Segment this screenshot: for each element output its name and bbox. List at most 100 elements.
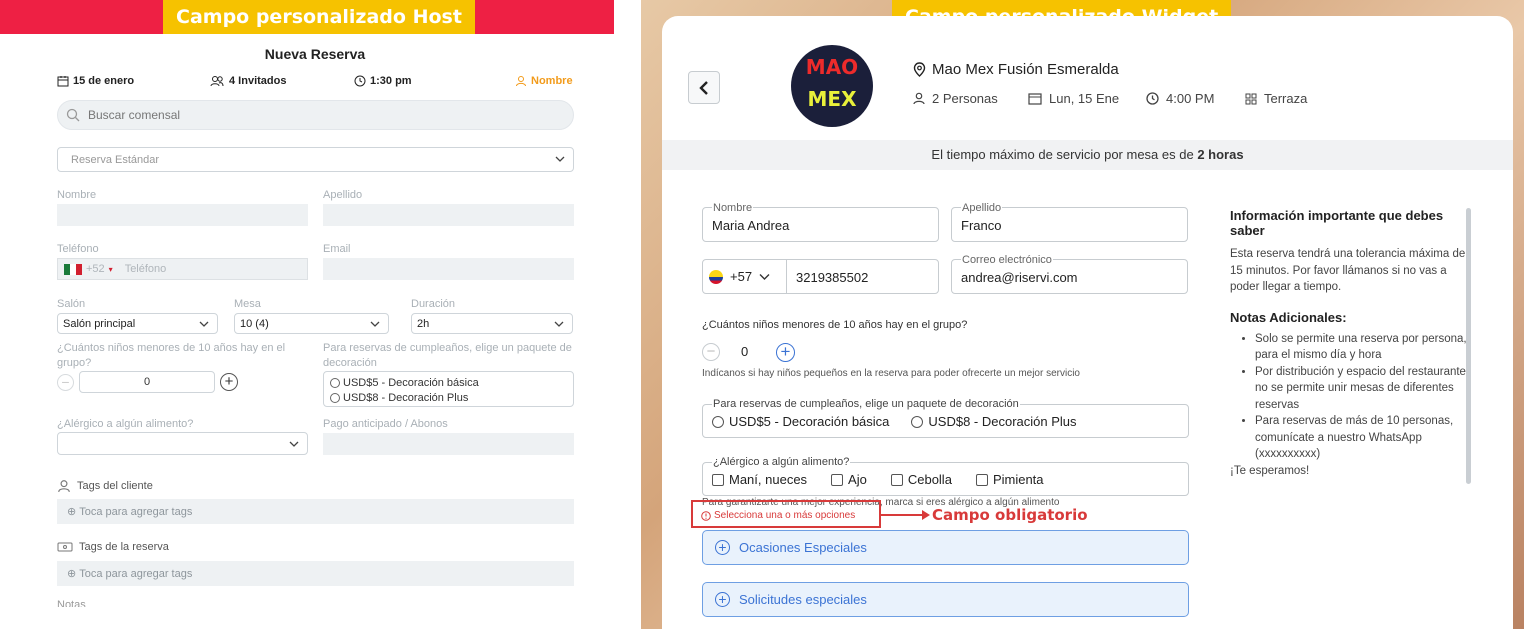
phone-placeholder: Teléfono [124,263,167,275]
ninos-count-input[interactable]: 0 [79,371,215,393]
notice-bold: 2 horas [1197,147,1244,162]
apellido-input-label: Apellido [961,202,1003,214]
deco-option-basic[interactable]: USD$5 - Decoración básica [712,414,889,429]
ninos-decrement-button[interactable]: − [702,343,720,361]
alergico-select[interactable] [57,432,308,455]
salon-label: Salón [57,298,86,310]
notes-title: Notas Adicionales: [1230,309,1347,325]
tags-reserva-field[interactable]: ⊕ Toca para agregar tags [57,561,574,586]
logo-text-top: MAO [805,55,859,79]
info-sidebar: Información importante que debes saber E… [1230,208,1467,479]
chevron-down-icon [199,321,209,327]
name-link-label: Nombre [531,75,573,87]
ninos-increment-button[interactable]: + [776,343,795,362]
calendar-icon [1028,93,1042,105]
add-circle-icon: ⊕ [67,506,77,518]
nombre-field[interactable] [57,204,308,226]
tags-cliente-field[interactable]: ⊕ Toca para agregar tags [57,499,574,524]
ocasiones-accordion[interactable]: + Ocasiones Especiales [702,530,1189,565]
name-link[interactable]: Nombre [515,75,573,87]
alergico-option-mani[interactable]: Maní, nueces [712,472,807,487]
phone-code-text: +57 [730,269,753,284]
guests-selector[interactable]: 4 Invitados [209,75,286,87]
restaurant-logo: MAO MEX [791,45,873,127]
date-text: Lun, 15 Ene [1049,91,1120,106]
apellido-field[interactable] [323,204,574,226]
restaurant-name-text: Mao Mex Fusión Esmeralda [932,61,1119,78]
nombre-input-value: Maria Andrea [712,218,790,233]
alergico-option-cebolla[interactable]: Cebolla [890,472,952,487]
reservation-type-value: Reserva Estándar [71,153,160,166]
radio-icon [712,415,724,428]
tags-reserva-label: Tags de la reserva [79,541,169,553]
solicitudes-accordion[interactable]: + Solicitudes especiales [702,582,1189,617]
phone-code: +52 [86,263,105,275]
salon-select[interactable]: Salón principal [57,313,218,334]
ninos-count: 0 [741,344,749,359]
deco-option-plus[interactable]: USD$8 - Decoración Plus [330,390,567,405]
telefono-label: Teléfono [57,243,99,255]
chevron-down-icon [759,273,770,280]
reservation-type-select[interactable]: Reserva Estándar [57,147,574,172]
colombia-flag-icon [709,269,723,284]
nombre-input-label: Nombre [712,202,754,214]
ninos-decrement-button[interactable]: − [57,374,74,391]
plus-circle-icon: + [715,592,730,607]
sidebar-scrollbar[interactable] [1466,208,1471,484]
solicitudes-label: Solicitudes especiales [739,592,867,607]
radio-icon [330,377,340,388]
chevron-down-icon [370,321,380,327]
people-text: 2 Personas [932,91,998,106]
callout-label: Campo obligatorio [932,506,1088,524]
tags-reserva-header: Tags de la reserva [57,541,169,553]
deco-option-plus[interactable]: USD$8 - Decoración Plus [911,414,1077,429]
deco-radio-group: Para reservas de cumpleaños, elige un pa… [702,398,1189,438]
time-selector[interactable]: 1:30 pm [354,75,412,87]
alergico-label: ¿Alérgico a algún alimento? [57,418,194,430]
people-icon [210,76,224,87]
deco-radio-group: USD$5 - Decoración básica USD$8 - Decora… [323,371,574,407]
deco-label: Para reservas de cumpleaños, elige un pa… [712,398,1020,410]
deco-option-basic[interactable]: USD$5 - Decoración básica [330,375,567,390]
grid-icon [1245,93,1257,104]
apellido-label: Apellido [323,189,363,201]
tags-cliente-label: Tags del cliente [77,480,153,492]
duracion-label: Duración [411,298,456,310]
phone-field[interactable]: +52 ▾ Teléfono [57,258,308,280]
checkbox-icon [831,473,844,486]
search-input[interactable]: Buscar comensal [57,100,574,130]
alergico-label: ¿Alérgico a algún alimento? [712,456,851,468]
back-button[interactable] [688,71,720,104]
tags-cliente-header: Tags del cliente [57,479,153,493]
guests-value: 4 Invitados [229,75,287,87]
email-label: Email [323,243,351,255]
info-text: Esta reserva tendrá una tolerancia máxim… [1230,248,1466,293]
ninos-question: ¿Cuántos niños menores de 10 años hay en… [702,319,968,331]
date-info: Lun, 15 Ene [1028,91,1119,106]
phone-input[interactable]: 3219385502 [786,259,939,294]
alergico-option-label: Maní, nueces [729,472,808,487]
nombre-input[interactable]: Nombre Maria Andrea [702,202,939,242]
duracion-select[interactable]: 2h [411,313,573,334]
alergico-option-pimienta[interactable]: Pimienta [975,472,1044,487]
ninos-increment-button[interactable]: + [220,373,238,391]
deco-option-label: USD$8 - Decoración Plus [928,414,1077,429]
pago-field[interactable] [323,433,574,455]
alergico-option-ajo[interactable]: Ajo [831,472,867,487]
checkbox-icon [975,473,988,486]
user-icon [516,76,526,87]
apellido-input[interactable]: Apellido Franco [951,202,1188,242]
note-item: Solo se permite una reserva por persona,… [1255,331,1467,364]
email-field[interactable] [323,258,574,280]
callout-arrow-icon [922,510,930,520]
validation-error: Selecciona una o más opciones [701,510,855,521]
email-input-value: andrea@riservi.com [961,270,1078,285]
chevron-down-icon [289,441,299,447]
ninos-label: ¿Cuántos niños menores de 10 años hay en… [57,342,286,369]
date-selector[interactable]: 15 de enero [57,75,134,87]
people-info: 2 Personas [913,91,998,106]
phone-country-select[interactable]: +57 [702,259,787,294]
mesa-select[interactable]: 10 (4) [234,313,389,334]
chevron-down-icon [554,321,564,327]
email-input[interactable]: Correo electrónico andrea@riservi.com [951,254,1188,294]
